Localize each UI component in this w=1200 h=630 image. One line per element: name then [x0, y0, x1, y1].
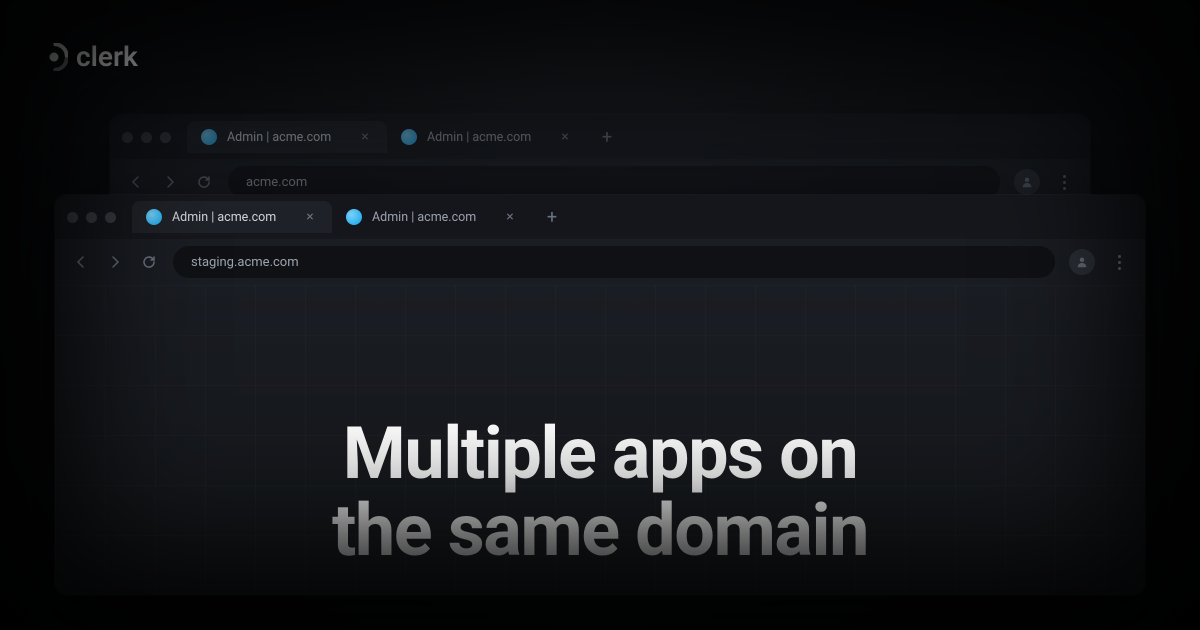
close-window-icon[interactable]: [67, 212, 78, 223]
headline-line-2: the same domain: [332, 488, 868, 573]
tab-strip: Admin | acme.com × Admin | acme.com × +: [55, 195, 1145, 239]
clerk-logo-icon: [40, 43, 68, 71]
browser-tab[interactable]: Admin | acme.com ×: [332, 201, 532, 233]
new-tab-button[interactable]: +: [538, 203, 566, 231]
tab-title: Admin | acme.com: [427, 130, 547, 145]
tab-title: Admin | acme.com: [227, 130, 347, 145]
maximize-window-icon[interactable]: [160, 132, 171, 143]
browser-toolbar: staging.acme.com: [55, 239, 1145, 285]
favicon-icon: [201, 129, 217, 145]
close-window-icon[interactable]: [122, 132, 133, 143]
menu-button[interactable]: [1054, 169, 1074, 195]
forward-button[interactable]: [160, 172, 180, 192]
address-bar[interactable]: staging.acme.com: [173, 246, 1055, 278]
new-tab-button[interactable]: +: [593, 123, 621, 151]
url-text: staging.acme.com: [191, 255, 299, 270]
profile-avatar[interactable]: [1069, 249, 1095, 275]
back-button[interactable]: [126, 172, 146, 192]
close-tab-icon[interactable]: ×: [502, 209, 518, 225]
reload-button[interactable]: [194, 172, 214, 192]
browser-tab[interactable]: Admin | acme.com ×: [387, 121, 587, 153]
headline-line-1: Multiple apps on: [343, 411, 858, 496]
forward-button[interactable]: [105, 252, 125, 272]
brand-name: clerk: [76, 40, 138, 73]
brand-logo: clerk: [40, 40, 138, 73]
profile-avatar[interactable]: [1014, 169, 1040, 195]
tab-title: Admin | acme.com: [172, 210, 292, 225]
favicon-icon: [401, 129, 417, 145]
minimize-window-icon[interactable]: [86, 212, 97, 223]
window-controls[interactable]: [67, 212, 116, 223]
reload-button[interactable]: [139, 252, 159, 272]
menu-button[interactable]: [1109, 249, 1129, 275]
maximize-window-icon[interactable]: [105, 212, 116, 223]
url-text: acme.com: [246, 175, 307, 190]
back-button[interactable]: [71, 252, 91, 272]
address-bar[interactable]: acme.com: [228, 166, 1000, 198]
tab-title: Admin | acme.com: [372, 210, 492, 225]
close-tab-icon[interactable]: ×: [302, 209, 318, 225]
close-tab-icon[interactable]: ×: [357, 129, 373, 145]
browser-tab[interactable]: Admin | acme.com ×: [187, 121, 387, 153]
favicon-icon: [346, 209, 362, 225]
close-tab-icon[interactable]: ×: [557, 129, 573, 145]
minimize-window-icon[interactable]: [141, 132, 152, 143]
favicon-icon: [146, 209, 162, 225]
tab-strip: Admin | acme.com × Admin | acme.com × +: [110, 115, 1090, 159]
window-controls[interactable]: [122, 132, 171, 143]
headline-text: Multiple apps on the same domain: [0, 415, 1200, 571]
browser-tab[interactable]: Admin | acme.com ×: [132, 201, 332, 233]
